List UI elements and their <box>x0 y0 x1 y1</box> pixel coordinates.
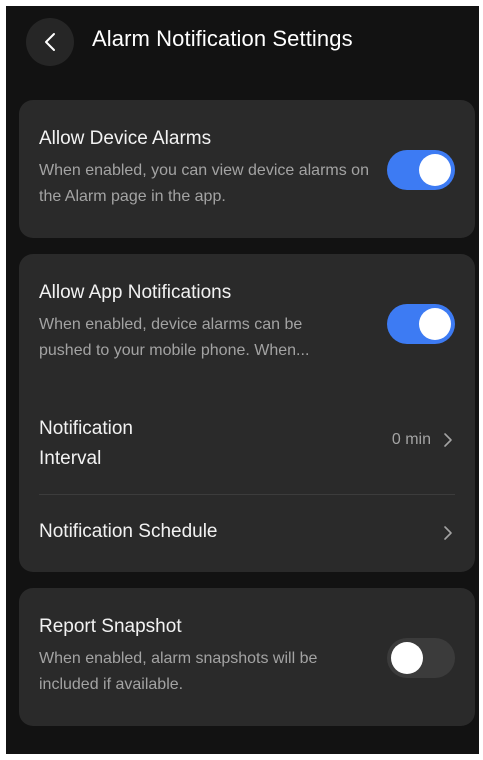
chevron-left-icon <box>44 32 56 52</box>
report-snapshot-toggle[interactable] <box>387 638 455 678</box>
back-button[interactable] <box>26 18 74 66</box>
notification-interval-label: Notification Interval <box>39 418 133 469</box>
device-alarms-description: When enabled, you can view device alarms… <box>39 162 369 205</box>
notification-interval-value: 0 min <box>391 431 431 448</box>
notification-schedule-label: Notification Schedule <box>39 521 218 542</box>
app-notifications-description-line2: pushed to your mobile phone. When... <box>39 342 310 359</box>
alarm-notification-settings-screen: Alarm Notification Settings Allow Device… <box>6 6 479 754</box>
device-alarms-card: Allow Device Alarms When enabled, you ca… <box>19 100 475 238</box>
device-alarms-toggle[interactable] <box>387 150 455 190</box>
notification-schedule-row[interactable]: Notification Schedule <box>19 495 475 572</box>
chevron-right-icon <box>441 432 455 448</box>
page-title: Alarm Notification Settings <box>92 26 353 51</box>
app-notifications-toggle[interactable] <box>387 304 455 344</box>
report-snapshot-title: Report Snapshot <box>39 616 182 637</box>
app-notifications-description-line1: When enabled, device alarms can be <box>39 316 303 333</box>
notification-interval-row[interactable]: Notification Interval 0 min <box>19 398 475 488</box>
app-notifications-card: Allow App Notifications When enabled, de… <box>19 254 475 572</box>
report-snapshot-card: Report Snapshot When enabled, alarm snap… <box>19 588 475 726</box>
report-snapshot-description: When enabled, alarm snapshots will be in… <box>39 650 318 693</box>
toggle-knob <box>419 308 451 340</box>
toggle-knob <box>419 154 451 186</box>
toggle-knob <box>391 642 423 674</box>
app-notifications-title: Allow App Notifications <box>39 282 232 303</box>
header: Alarm Notification Settings <box>6 6 479 78</box>
chevron-right-icon <box>441 525 455 541</box>
device-alarms-title: Allow Device Alarms <box>39 128 212 149</box>
